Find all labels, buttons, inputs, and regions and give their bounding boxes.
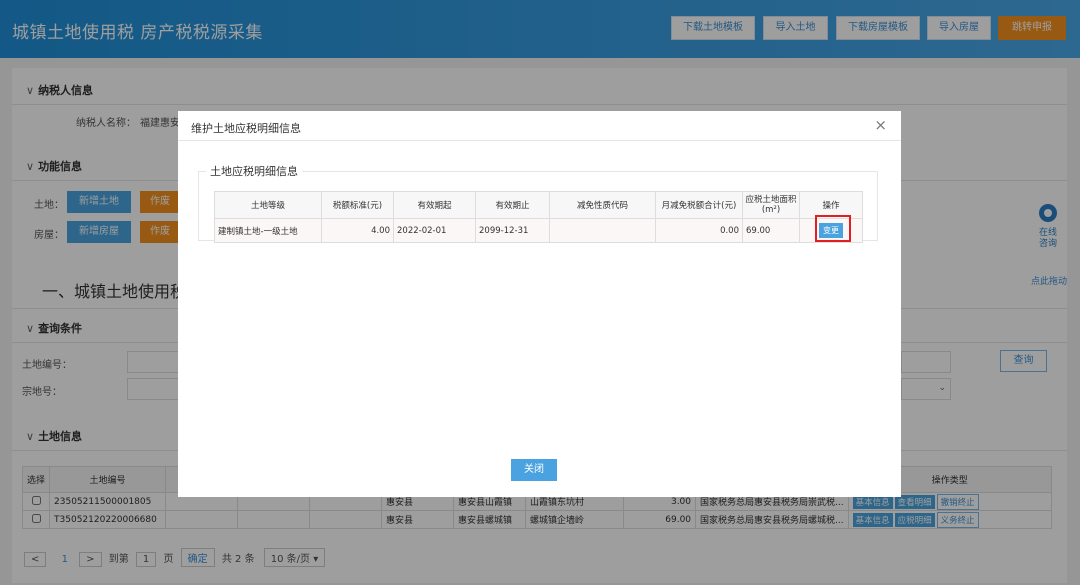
table-row: 建制镇土地-一级土地 4.00 2022-02-01 2099-12-31 0.… bbox=[214, 218, 863, 243]
valid-from-cell: 2022-02-01 bbox=[393, 218, 476, 243]
valid-to-cell: 2099-12-31 bbox=[475, 218, 550, 243]
tax-detail-table: 土地等级 税额标准(元) 有效期起 有效期止 减免性质代码 月减免税额合计(元)… bbox=[214, 191, 863, 243]
col-relief-code: 减免性质代码 bbox=[549, 191, 656, 219]
tax-standard-cell: 4.00 bbox=[321, 218, 394, 243]
taxable-area-cell: 69.00 bbox=[742, 218, 800, 243]
close-dialog-button[interactable]: 关闭 bbox=[511, 459, 557, 481]
col-valid-to: 有效期止 bbox=[475, 191, 550, 219]
dialog-title: 维护土地应税明细信息 bbox=[191, 122, 301, 135]
table-header-row: 土地等级 税额标准(元) 有效期起 有效期止 减免性质代码 月减免税额合计(元)… bbox=[214, 191, 863, 219]
fieldset-legend: 土地应税明细信息 bbox=[206, 163, 302, 179]
divider bbox=[178, 140, 901, 141]
close-icon[interactable]: × bbox=[874, 116, 887, 134]
col-monthly-relief: 月减免税额合计(元) bbox=[655, 191, 743, 219]
relief-code-cell bbox=[549, 218, 656, 243]
col-valid-from: 有效期起 bbox=[393, 191, 476, 219]
col-tax-standard: 税额标准(元) bbox=[321, 191, 394, 219]
highlight-box bbox=[815, 215, 851, 242]
land-grade-cell: 建制镇土地-一级土地 bbox=[214, 218, 322, 243]
col-land-grade: 土地等级 bbox=[214, 191, 322, 219]
col-taxable-area: 应税土地面积(m²) bbox=[742, 191, 800, 219]
monthly-relief-cell: 0.00 bbox=[655, 218, 743, 243]
land-tax-detail-dialog: 维护土地应税明细信息 × 土地应税明细信息 土地等级 税额标准(元) 有效期起 … bbox=[178, 111, 901, 497]
